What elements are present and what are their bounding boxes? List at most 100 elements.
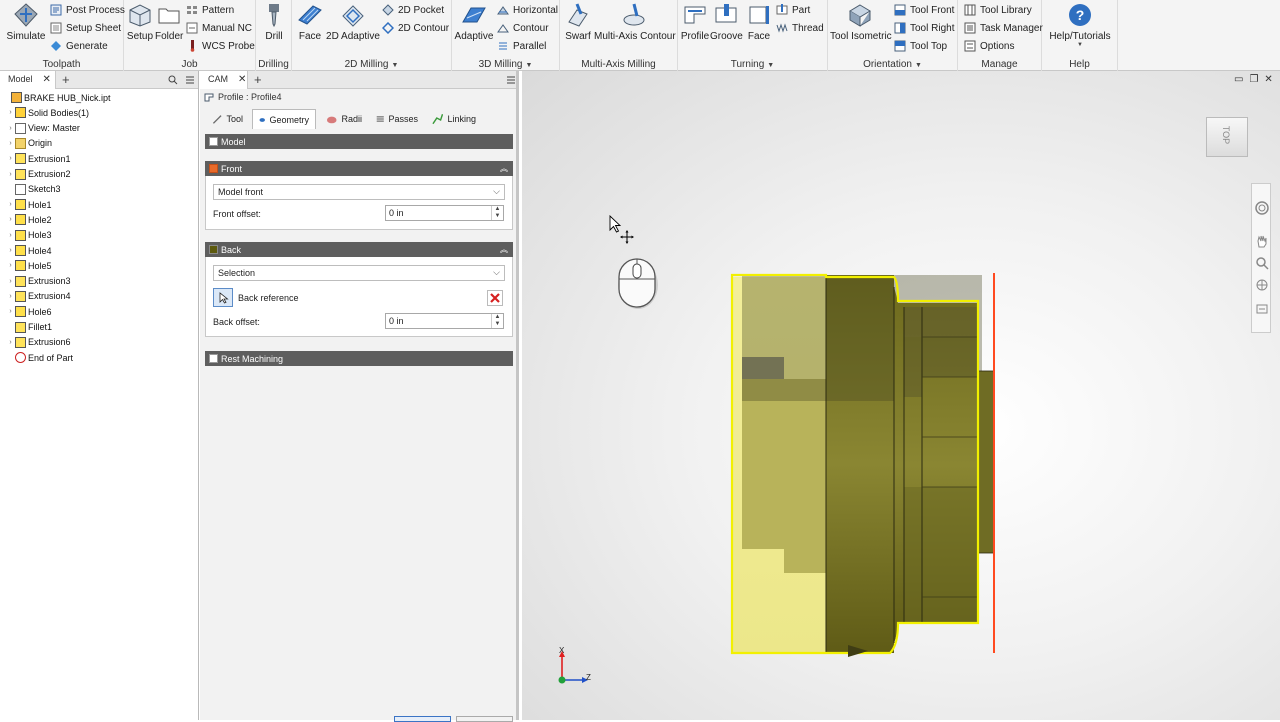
part-button[interactable]: Part [776,2,810,18]
restore-icon[interactable]: ❐ [1249,74,1258,85]
front-mode-select[interactable]: Model front ⌵ [213,184,505,200]
contour-3d-button[interactable]: Contour [497,20,549,36]
close-icon[interactable]: ✕ [1264,74,1272,85]
model-checkbox[interactable] [209,137,218,146]
expand-arrow-icon[interactable]: › [6,339,15,346]
model-tree-item[interactable]: › Solid Bodies(1) [6,105,89,120]
tab-geometry[interactable]: Geometry [252,109,316,129]
tab-linking[interactable]: Linking [426,109,482,129]
adaptive-3d-button[interactable]: Adaptive [454,2,494,42]
tool-top-button[interactable]: Tool Top [894,38,947,54]
model-tree-item[interactable]: Sketch3 [6,182,61,197]
expand-arrow-icon[interactable]: › [6,232,15,239]
simulate-button[interactable]: Simulate [5,2,47,42]
milling-2d-group-label[interactable]: 2D Milling ▼ [292,59,451,70]
tab-radii[interactable]: Radii [320,109,368,129]
back-reference-select-button[interactable] [213,288,233,307]
menu-icon[interactable] [506,75,516,85]
drill-button[interactable]: Drill [260,2,288,42]
zoom-icon[interactable] [1255,256,1269,270]
close-icon[interactable]: ✕ [238,74,246,85]
clear-selection-button[interactable] [487,290,503,306]
model-tree-item[interactable]: › Hole3 [6,228,52,243]
task-manager-button[interactable]: Task Manager [964,20,1043,36]
expand-arrow-icon[interactable]: › [6,247,15,254]
spin-stepper[interactable]: ▲ ▼ [491,206,503,220]
back-mode-select[interactable]: Selection ⌵ [213,265,505,281]
front-section-header[interactable]: Front ︽ [205,161,513,176]
pan-hand-icon[interactable] [1255,234,1269,248]
expand-arrow-icon[interactable]: › [6,171,15,178]
collapse-icon[interactable]: ︽ [500,244,508,255]
minimize-icon[interactable]: ▭ [1234,74,1243,85]
search-icon[interactable] [168,75,178,85]
model-section-header[interactable]: Model [205,134,513,149]
groove-button[interactable]: Groove [710,2,743,42]
part-model[interactable] [722,267,1012,659]
post-process-button[interactable]: Post Process [50,2,125,18]
face-turning-button[interactable]: Face [744,2,774,42]
model-tree-item[interactable]: › Hole2 [6,212,52,227]
setup-sheet-button[interactable]: Setup Sheet [50,20,121,36]
steering-wheel-icon[interactable] [1254,200,1270,216]
menu-icon[interactable] [185,75,195,85]
options-button[interactable]: Options [964,38,1014,54]
help-tutorials-button[interactable]: ? Help/Tutorials ▼ [1046,2,1114,48]
tab-model[interactable]: Model ✕ [0,71,56,89]
expand-arrow-icon[interactable]: › [6,201,15,208]
tool-front-button[interactable]: Tool Front [894,2,954,18]
close-icon[interactable]: ✕ [43,74,51,85]
wcs-probe-button[interactable]: WCS Probe [186,38,255,54]
tab-tool[interactable]: Tool [205,109,249,129]
swarf-button[interactable]: Swarf [564,2,592,42]
back-section-header[interactable]: Back ︽ [205,242,513,257]
rest-machining-section-header[interactable]: Rest Machining [205,351,513,366]
turning-group-label[interactable]: Turning ▼ [678,59,827,70]
expand-arrow-icon[interactable]: › [6,125,15,132]
model-tree-item[interactable]: › Extrusion6 [6,335,71,350]
model-tree-item[interactable]: › Hole5 [6,258,52,273]
orientation-group-label[interactable]: Orientation ▼ [828,59,957,70]
expand-arrow-icon[interactable]: › [6,278,15,285]
expand-arrow-icon[interactable]: › [6,262,15,269]
setup-button[interactable]: Setup [126,2,154,42]
face-2d-button[interactable]: Face [296,2,324,42]
parallel-button[interactable]: Parallel [497,38,546,54]
model-tree-item[interactable]: BRAKE HUB_Nick.ipt [2,90,111,105]
model-tree-item[interactable]: › Hole4 [6,243,52,258]
model-tree-item[interactable]: › View: Master [6,121,80,136]
milling-3d-group-label[interactable]: 3D Milling ▼ [452,59,559,70]
model-tree-item[interactable]: › Extrusion1 [6,151,71,166]
look-at-icon[interactable] [1255,302,1269,316]
front-checkbox[interactable] [209,164,218,173]
back-checkbox[interactable] [209,245,218,254]
pattern-button[interactable]: Pattern [186,2,234,18]
orbit-icon[interactable] [1255,278,1269,292]
manual-nc-button[interactable]: Manual NC [186,20,252,36]
cancel-button[interactable] [456,716,513,722]
thread-button[interactable]: Thread [776,20,824,36]
horizontal-button[interactable]: Horizontal [497,2,558,18]
contour-2d-button[interactable]: 2D Contour [382,20,449,36]
add-tab-button[interactable]: + [62,72,70,87]
spin-stepper[interactable]: ▲ ▼ [491,314,503,328]
tool-library-button[interactable]: Tool Library [964,2,1032,18]
model-tree-item[interactable]: Fillet1 [6,320,52,335]
rest-machining-checkbox[interactable] [209,354,218,363]
model-tree-item[interactable]: › Hole1 [6,197,52,212]
expand-arrow-icon[interactable]: › [6,140,15,147]
tool-isometric-button[interactable]: Tool Isometric [830,2,892,42]
adaptive-2d-button[interactable]: 2D Adaptive [326,2,380,42]
tab-passes[interactable]: Passes [370,109,424,129]
model-tree-item[interactable]: › Hole6 [6,304,52,319]
pocket-2d-button[interactable]: 2D Pocket [382,2,444,18]
ok-button[interactable] [394,716,451,722]
generate-button[interactable]: Generate [50,38,108,54]
back-offset-input[interactable]: 0 in ▲ ▼ [385,313,504,329]
model-tree-item[interactable]: › Extrusion2 [6,167,71,182]
model-tree-item[interactable]: End of Part [6,350,73,365]
viewcube[interactable]: TOP [1206,117,1248,157]
tool-right-button[interactable]: Tool Right [894,20,954,36]
add-tab-button[interactable]: + [254,72,262,87]
expand-arrow-icon[interactable]: › [6,308,15,315]
